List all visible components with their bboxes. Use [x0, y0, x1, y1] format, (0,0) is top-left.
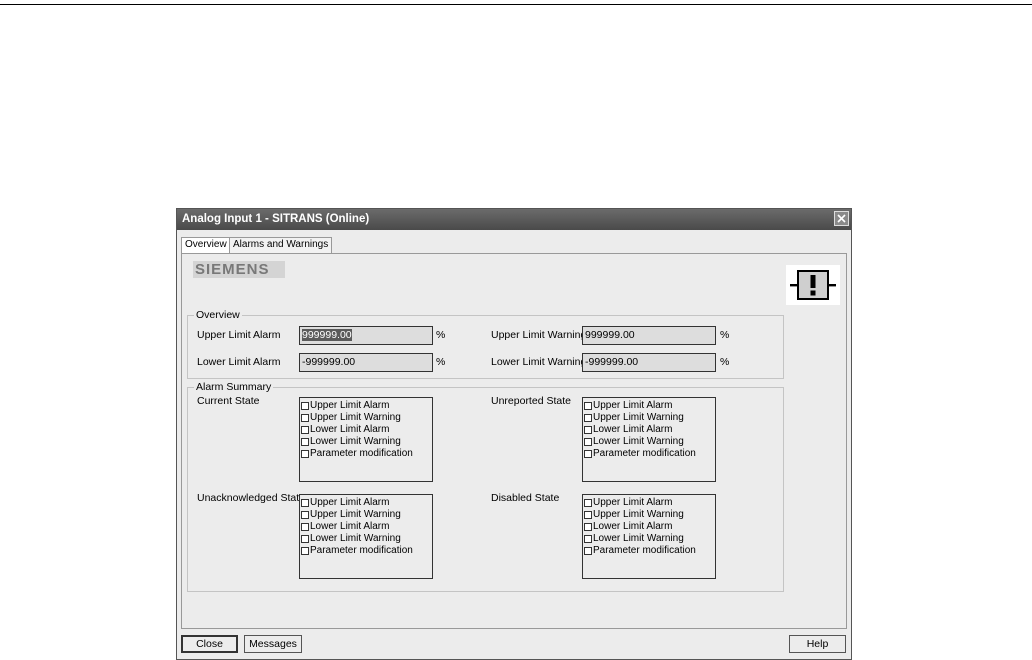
unacknowledged-state-item[interactable]: Upper Limit Warning	[301, 509, 431, 521]
unreported-state-label: Unreported State	[491, 395, 571, 407]
tab-alarms-and-warnings[interactable]: Alarms and Warnings	[229, 237, 333, 253]
unacknowledged-state-item[interactable]: Lower Limit Warning	[301, 533, 431, 545]
state-item-label: Lower Limit Alarm	[310, 521, 390, 532]
unacknowledged-state-item[interactable]: Parameter modification	[301, 545, 431, 557]
checkbox[interactable]	[584, 511, 592, 519]
current-state-item[interactable]: Lower Limit Warning	[301, 436, 431, 448]
checkbox[interactable]	[301, 523, 309, 531]
unreported-state-item[interactable]: Lower Limit Alarm	[584, 424, 714, 436]
upper-limit-alarm-unit: %	[436, 329, 446, 341]
state-item-label: Upper Limit Warning	[310, 412, 401, 423]
state-item-label: Lower Limit Warning	[310, 533, 401, 544]
state-item-label: Upper Limit Alarm	[593, 497, 673, 508]
checkbox[interactable]	[584, 450, 592, 458]
disabled-state-item[interactable]: Upper Limit Warning	[584, 509, 714, 521]
lower-limit-warning-label: Lower Limit Warning	[491, 356, 587, 368]
overview-group: Overview Upper Limit Alarm 999999.00 % U…	[187, 309, 784, 379]
checkbox[interactable]	[584, 499, 592, 507]
unreported-state-item[interactable]: Upper Limit Warning	[584, 412, 714, 424]
disabled-state-list: Upper Limit Alarm Upper Limit Warning Lowe…	[582, 494, 716, 579]
checkbox[interactable]	[301, 499, 309, 507]
current-state-item[interactable]: Upper Limit Alarm	[301, 400, 431, 412]
disabled-state-item[interactable]: Parameter modification	[584, 545, 714, 557]
page-top-rule	[0, 4, 1032, 5]
checkbox[interactable]	[301, 511, 309, 519]
lower-limit-warning-input[interactable]: -999999.00	[582, 353, 716, 372]
disabled-state-item[interactable]: Lower Limit Alarm	[584, 521, 714, 533]
help-button[interactable]: Help	[789, 635, 846, 653]
siemens-logo: SIEMENS	[193, 261, 285, 278]
state-item-label: Upper Limit Alarm	[310, 400, 390, 411]
state-item-label: Parameter modification	[310, 545, 413, 556]
state-item-label: Upper Limit Alarm	[310, 497, 390, 508]
analog-input-dialog: Analog Input 1 - SITRANS (Online) Overvi…	[176, 208, 852, 660]
close-window-button[interactable]	[834, 211, 849, 226]
unacknowledged-state-item[interactable]: Lower Limit Alarm	[301, 521, 431, 533]
state-item-label: Upper Limit Warning	[593, 509, 684, 520]
state-item-label: Lower Limit Alarm	[310, 424, 390, 435]
current-state-item[interactable]: Upper Limit Warning	[301, 412, 431, 424]
lower-limit-alarm-input[interactable]: -999999.00	[299, 353, 433, 372]
close-button[interactable]: Close	[181, 635, 238, 653]
checkbox[interactable]	[301, 414, 309, 422]
state-item-label: Upper Limit Warning	[310, 509, 401, 520]
state-item-label: Parameter modification	[310, 448, 413, 459]
checkbox[interactable]	[301, 547, 309, 555]
state-item-label: Upper Limit Warning	[593, 412, 684, 423]
disabled-state-item[interactable]: Lower Limit Warning	[584, 533, 714, 545]
current-state-item[interactable]: Lower Limit Alarm	[301, 424, 431, 436]
checkbox[interactable]	[584, 426, 592, 434]
checkbox[interactable]	[584, 547, 592, 555]
checkbox[interactable]	[584, 402, 592, 410]
state-item-label: Parameter modification	[593, 448, 696, 459]
unacknowledged-state-item[interactable]: Upper Limit Alarm	[301, 497, 431, 509]
close-icon	[837, 214, 846, 223]
checkbox[interactable]	[301, 438, 309, 446]
state-item-label: Lower Limit Alarm	[593, 424, 673, 435]
state-item-label: Upper Limit Alarm	[593, 400, 673, 411]
checkbox[interactable]	[301, 535, 309, 543]
checkbox[interactable]	[301, 402, 309, 410]
tab-overview[interactable]: Overview	[181, 237, 231, 254]
unreported-state-item[interactable]: Parameter modification	[584, 448, 714, 460]
state-item-label: Lower Limit Warning	[310, 436, 401, 447]
upper-limit-alarm-value: 999999.00	[302, 329, 352, 341]
disabled-state-item[interactable]: Upper Limit Alarm	[584, 497, 714, 509]
overview-panel: SIEMENS Overview Upper Limit Alarm 99999…	[181, 253, 847, 629]
lower-limit-warning-unit: %	[720, 356, 730, 368]
alarm-summary-group: Alarm Summary Current State Upper Limit …	[187, 381, 784, 592]
lower-limit-alarm-unit: %	[436, 356, 446, 368]
unacknowledged-state-label: Unacknowledged State	[197, 492, 305, 504]
exclamation-block-icon	[786, 265, 840, 305]
messages-button[interactable]: Messages	[244, 635, 302, 653]
current-state-list: Upper Limit Alarm Upper Limit Warning Lowe…	[299, 397, 433, 482]
lower-limit-alarm-label: Lower Limit Alarm	[197, 356, 281, 368]
unacknowledged-state-list: Upper Limit Alarm Upper Limit Warning Lowe…	[299, 494, 433, 579]
unreported-state-item[interactable]: Upper Limit Alarm	[584, 400, 714, 412]
window-title: Analog Input 1 - SITRANS (Online)	[182, 213, 370, 225]
upper-limit-alarm-input[interactable]: 999999.00	[299, 326, 433, 345]
upper-limit-warning-input[interactable]: 999999.00	[582, 326, 716, 345]
checkbox[interactable]	[584, 414, 592, 422]
upper-limit-alarm-label: Upper Limit Alarm	[197, 329, 281, 341]
overview-group-label: Overview	[194, 309, 242, 321]
current-state-label: Current State	[197, 395, 260, 407]
state-item-label: Parameter modification	[593, 545, 696, 556]
unreported-state-list: Upper Limit Alarm Upper Limit Warning Lowe…	[582, 397, 716, 482]
unreported-state-item[interactable]: Lower Limit Warning	[584, 436, 714, 448]
current-state-item[interactable]: Parameter modification	[301, 448, 431, 460]
state-item-label: Lower Limit Warning	[593, 533, 684, 544]
title-bar[interactable]: Analog Input 1 - SITRANS (Online)	[177, 209, 851, 230]
checkbox[interactable]	[584, 438, 592, 446]
upper-limit-warning-unit: %	[720, 329, 730, 341]
checkbox[interactable]	[584, 523, 592, 531]
alarm-summary-group-label: Alarm Summary	[194, 381, 274, 393]
disabled-state-label: Disabled State	[491, 492, 560, 504]
checkbox[interactable]	[301, 426, 309, 434]
state-item-label: Lower Limit Alarm	[593, 521, 673, 532]
checkbox[interactable]	[301, 450, 309, 458]
checkbox[interactable]	[584, 535, 592, 543]
state-item-label: Lower Limit Warning	[593, 436, 684, 447]
upper-limit-warning-label: Upper Limit Warning	[491, 329, 587, 341]
